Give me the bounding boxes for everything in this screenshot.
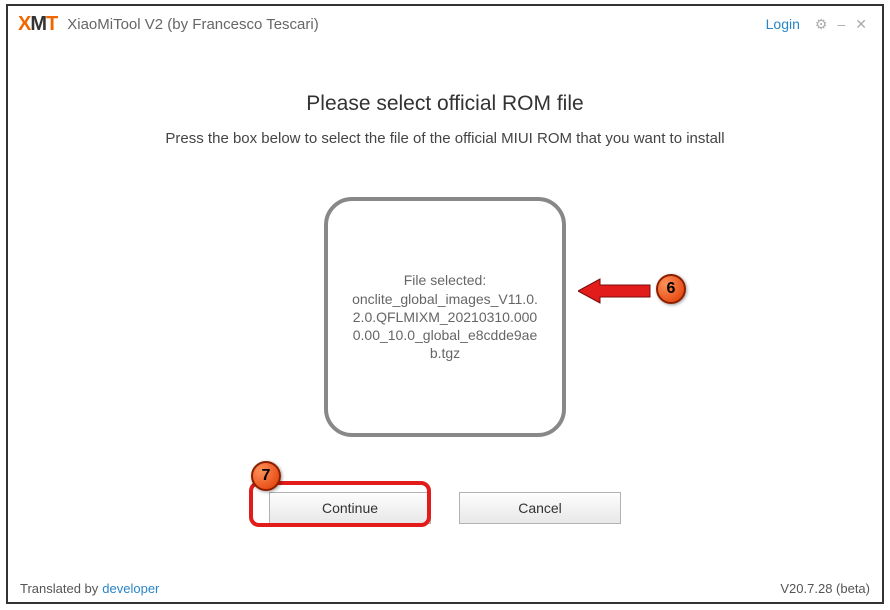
button-row: Continue Cancel <box>8 492 882 524</box>
annotation-arrow-icon <box>578 277 652 305</box>
footer: Translated by developer V20.7.28 (beta) <box>8 574 882 602</box>
cancel-button[interactable]: Cancel <box>459 492 621 524</box>
titlebar: XMT XiaoMiTool V2 (by Francesco Tescari)… <box>8 6 882 42</box>
file-select-box[interactable]: File selected: onclite_global_images_V11… <box>324 197 566 437</box>
app-window: XMT XiaoMiTool V2 (by Francesco Tescari)… <box>6 4 884 604</box>
version-label: V20.7.28 (beta) <box>780 581 870 596</box>
file-selected-name: onclite_global_images_V11.0.2.0.QFLMIXM_… <box>348 290 542 363</box>
page-subheading: Press the box below to select the file o… <box>8 130 882 147</box>
minimize-icon[interactable]: – <box>837 16 845 32</box>
logo-x: X <box>18 13 30 35</box>
app-logo: XMT <box>18 13 57 36</box>
annotation-callout-7: 7 <box>251 461 281 491</box>
logo-t: T <box>46 13 57 35</box>
annotation-highlight-7 <box>249 481 431 527</box>
translated-by-label: Translated by <box>20 581 98 596</box>
close-icon[interactable]: ✕ <box>855 16 867 33</box>
logo-m: M <box>30 13 46 35</box>
main-content: Please select official ROM file Press th… <box>8 42 882 562</box>
window-title: XiaoMiTool V2 (by Francesco Tescari) <box>67 16 765 33</box>
developer-link[interactable]: developer <box>102 581 159 596</box>
page-heading: Please select official ROM file <box>8 92 882 116</box>
login-link[interactable]: Login <box>766 16 800 32</box>
file-selected-label: File selected: <box>404 272 486 288</box>
settings-gear-icon[interactable]: ⚙ <box>815 16 828 33</box>
annotation-callout-6: 6 <box>656 274 686 304</box>
